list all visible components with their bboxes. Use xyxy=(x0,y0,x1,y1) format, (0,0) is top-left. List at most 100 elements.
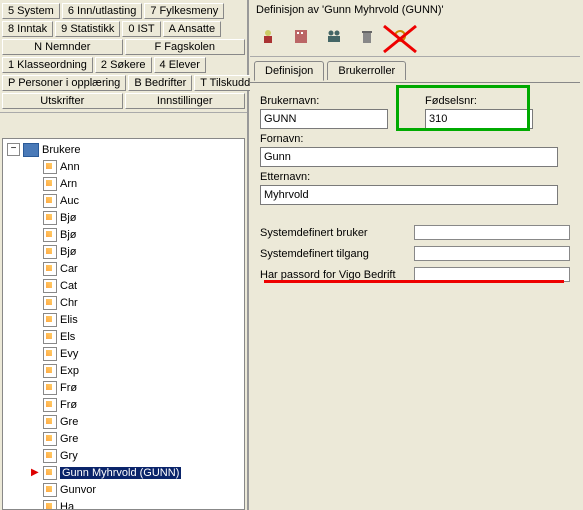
checkbox-sysbruker[interactable] xyxy=(414,225,570,240)
tree-item-label: Gry(______) xyxy=(60,450,122,462)
tree-item-label: AucR) xyxy=(60,195,91,207)
tree-item-label: Evy xyxy=(60,348,78,360)
tree-item[interactable]: Gunvor(______) xyxy=(7,481,244,498)
tree-item[interactable]: Evy xyxy=(7,345,244,362)
panel-title: Definisjon av 'Gunn Myhrvold (GUNN)' xyxy=(250,0,580,20)
menu-inntak[interactable]: 8 Inntak xyxy=(2,21,53,37)
tree-item[interactable]: Elis) xyxy=(7,311,244,328)
tree-item[interactable]: Chr xyxy=(7,294,244,311)
tree-item-label: Gunn Myhrvold (GUNN) xyxy=(60,467,181,479)
menu-ansatte[interactable]: A Ansatte xyxy=(163,21,221,37)
tree-item-label: HaHA) xyxy=(60,501,93,510)
document-icon xyxy=(43,398,57,412)
label-passord: Har passord for Vigo Bedrift xyxy=(260,269,414,281)
input-fodselsnr[interactable] xyxy=(425,109,533,129)
document-icon xyxy=(43,466,57,480)
tree-item[interactable]: Bjø xyxy=(7,226,244,243)
tree-item[interactable]: Gre xyxy=(7,430,244,447)
tree-item[interactable]: Ann(______) xyxy=(7,158,244,175)
menu-fylkesmeny[interactable]: 7 Fylkesmeny xyxy=(144,3,224,19)
toolbar xyxy=(250,20,580,57)
tabs: Definisjon Brukerroller xyxy=(250,57,580,83)
label-systilgang: Systemdefinert tilgang xyxy=(260,248,414,260)
label-brukernavn: Brukernavn: xyxy=(260,95,405,107)
tree-item[interactable]: Car xyxy=(7,260,244,277)
menu-innstillinger[interactable]: Innstillinger xyxy=(125,93,246,109)
menu-nemnder[interactable]: N Nemnder xyxy=(2,39,123,55)
menu-sokere[interactable]: 2 Søkere xyxy=(95,57,152,73)
menu-ist[interactable]: 0 IST xyxy=(122,21,160,37)
tree-item[interactable]: Arn xyxy=(7,175,244,192)
menu-statistikk[interactable]: 9 Statistikk xyxy=(55,21,120,37)
menu-fagskolen[interactable]: F Fagskolen xyxy=(125,39,246,55)
menu-system[interactable]: 5 System xyxy=(2,3,60,19)
menu-tilskudd[interactable]: T Tilskudd xyxy=(194,75,256,91)
input-brukernavn[interactable] xyxy=(260,109,388,129)
document-icon xyxy=(43,245,57,259)
label-fodselsnr: Fødselsnr: xyxy=(425,95,570,107)
menu-inn-utlasting[interactable]: 6 Inn/utlasting xyxy=(62,3,143,19)
document-icon xyxy=(43,177,57,191)
tree-item[interactable]: Exp xyxy=(7,362,244,379)
checkbox-passord[interactable] xyxy=(414,267,570,282)
folder-icon xyxy=(23,143,39,157)
tree-item[interactable]: AucR) xyxy=(7,192,244,209)
tree-item-label: Chr xyxy=(60,297,78,309)
document-icon xyxy=(43,364,57,378)
document-icon xyxy=(43,194,57,208)
tab-brukerroller[interactable]: Brukerroller xyxy=(327,61,406,80)
document-icon xyxy=(43,313,57,327)
document-icon xyxy=(43,483,57,497)
tree-item-label: Bjø xyxy=(60,229,77,241)
tool-building-icon[interactable] xyxy=(289,24,313,48)
tree-item[interactable]: FrøHAN) xyxy=(7,396,244,413)
user-tree[interactable]: − Brukere Ann(______) Arn AucR) Bjø Bjø BjøJJ… xyxy=(2,138,245,510)
document-icon xyxy=(43,330,57,344)
document-icon xyxy=(43,262,57,276)
document-icon xyxy=(43,296,57,310)
tree-item[interactable]: Frø xyxy=(7,379,244,396)
tree-item[interactable]: Gry(______) xyxy=(7,447,244,464)
menu-elever[interactable]: 4 Elever xyxy=(154,57,206,73)
input-fornavn[interactable] xyxy=(260,147,558,167)
tree-item[interactable]: Bjø xyxy=(7,209,244,226)
menu-klasseordning[interactable]: 1 Klasseordning xyxy=(2,57,93,73)
tool-refresh-icon[interactable] xyxy=(388,24,412,48)
tree-item-label: Gre xyxy=(60,433,78,445)
document-icon xyxy=(43,449,57,463)
tab-definisjon[interactable]: Definisjon xyxy=(254,61,324,81)
tree-item[interactable]: Els xyxy=(7,328,244,345)
document-icon xyxy=(43,211,57,225)
tool-person-icon[interactable] xyxy=(256,24,280,48)
form: Brukernavn: Fødselsnr: Fornavn: Etternav… xyxy=(250,83,580,296)
checkbox-systilgang[interactable] xyxy=(414,246,570,261)
label-sysbruker: Systemdefinert bruker xyxy=(260,227,414,239)
tree-item[interactable]: HaHA) xyxy=(7,498,244,510)
tool-trash-icon[interactable] xyxy=(355,24,379,48)
collapse-icon[interactable]: − xyxy=(7,143,20,156)
input-etternavn[interactable] xyxy=(260,185,558,205)
tree-item[interactable]: Gre xyxy=(7,413,244,430)
tool-people-icon[interactable] xyxy=(322,24,346,48)
tree-item-label: Els xyxy=(60,331,75,343)
tree-item-label: Bjø xyxy=(60,212,77,224)
document-icon xyxy=(43,415,57,429)
menu-personer[interactable]: P Personer i opplæring xyxy=(2,75,126,91)
tree-item[interactable]: BjøJJOH) xyxy=(7,243,244,260)
document-icon xyxy=(43,160,57,174)
selected-arrow-icon: ▶ xyxy=(31,467,41,478)
tree-item[interactable]: Cat xyxy=(7,277,244,294)
menu-bedrifter[interactable]: B Bedrifter xyxy=(128,75,192,91)
document-icon xyxy=(43,500,57,510)
label-etternavn: Etternavn: xyxy=(260,171,570,183)
tree-item-label: Exp xyxy=(60,365,79,377)
menu-utskrifter[interactable]: Utskrifter xyxy=(2,93,123,109)
tree-item[interactable]: ▶ Gunn Myhrvold (GUNN) xyxy=(7,464,244,481)
tree-root-node[interactable]: − Brukere xyxy=(7,141,244,158)
document-icon xyxy=(43,347,57,361)
tree-item-label: FrøHAN) xyxy=(60,399,104,411)
tree-item-label: Cat xyxy=(60,280,77,292)
tree-item-label: Frø xyxy=(60,382,77,394)
tree-item-label: Ann(______) xyxy=(60,161,124,173)
document-icon xyxy=(43,228,57,242)
